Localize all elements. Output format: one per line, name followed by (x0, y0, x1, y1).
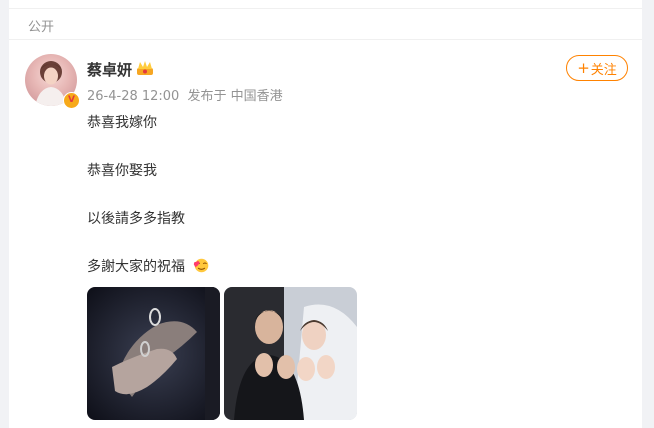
post-meta: 26-4-28 12:00 发布于 中国香港 (87, 85, 287, 104)
ring-hands-photo[interactable] (87, 287, 220, 420)
follow-button[interactable]: + 关注 (566, 55, 628, 81)
post-text-line: 恭喜你娶我 (87, 163, 157, 179)
post-card: 公开 V 蔡卓妍 26-4-28 12:00 发布于 中国香港 + 关注 恭喜我… (9, 0, 642, 428)
avatar[interactable]: V (25, 54, 80, 109)
visibility-bar: 公开 (9, 8, 642, 40)
verified-v-icon: V (63, 92, 80, 109)
hugging-heart-emoji-icon (194, 258, 209, 273)
post-text-line: 以後請多多指教 (87, 211, 185, 227)
crown-icon (137, 61, 153, 75)
visibility-label: 公开 (28, 20, 55, 35)
plus-icon: + (577, 58, 590, 77)
post-text-line: 恭喜我嫁你 (87, 115, 157, 131)
post-text: 多謝大家的祝福 (87, 259, 185, 275)
post-timestamp[interactable]: 26-4-28 12:00 (87, 89, 179, 104)
couple-wedding-photo[interactable] (224, 287, 357, 420)
post-text-line-with-emoji: 多謝大家的祝福 (87, 256, 210, 276)
username[interactable]: 蔡卓妍 (87, 59, 132, 80)
follow-label: 关注 (590, 62, 617, 78)
scrollbar[interactable] (645, 0, 654, 428)
post-location: 发布于 中国香港 (187, 89, 283, 104)
